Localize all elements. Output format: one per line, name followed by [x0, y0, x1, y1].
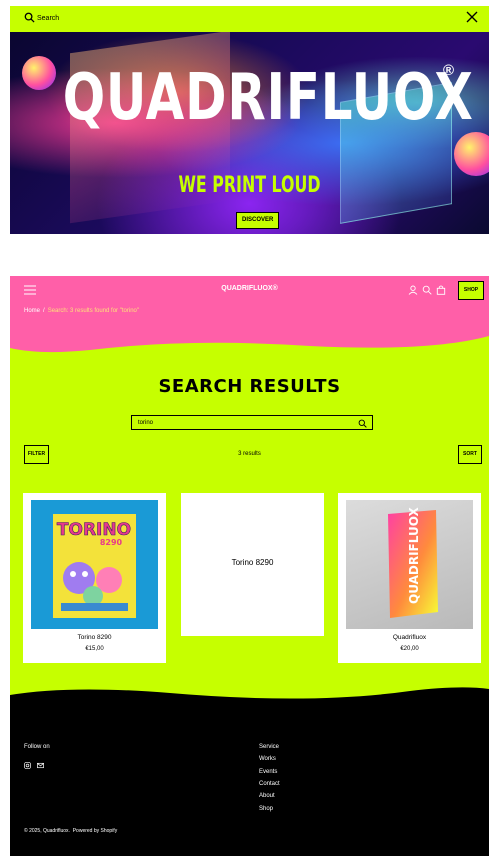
footer-link-contact[interactable]: Contact: [259, 781, 280, 787]
shop-button[interactable]: SHOP: [458, 281, 484, 300]
hero-registered-mark: ®: [443, 62, 455, 79]
footer-link-works[interactable]: Works: [259, 756, 276, 762]
product-card[interactable]: TORINO 8290 Torino 8290 €15,00: [23, 493, 166, 663]
sort-button[interactable]: SORT: [458, 445, 482, 464]
product-price: €20,00: [400, 646, 419, 652]
breadcrumb-separator: /: [43, 308, 45, 314]
footer-link-shop[interactable]: Shop: [259, 806, 273, 812]
breadcrumb-home[interactable]: Home: [24, 308, 40, 314]
breadcrumb: Home / Search: 3 results found for "torino…: [24, 308, 139, 314]
footer-link-service[interactable]: Service: [259, 744, 279, 750]
results-count: 3 results: [238, 451, 261, 457]
product-card[interactable]: QUADRIFLUOX Quadrifluox €20,00: [338, 493, 481, 663]
discover-button[interactable]: DISCOVER: [236, 212, 280, 229]
hero-orb-right: [454, 132, 489, 176]
search-icon[interactable]: [422, 285, 432, 295]
site-header: QUADRIFLUOX® SHOP Home / Search: 3 results…: [10, 276, 489, 336]
breadcrumb-current: Search: 3 results found for "torino": [47, 308, 139, 314]
search-bar[interactable]: Search: [10, 6, 489, 32]
product-name[interactable]: Quadrifluox: [338, 634, 481, 641]
page-title: SEARCH RESULTS: [158, 376, 341, 397]
hero-brand-title: QUADRIFLUOX: [62, 61, 474, 135]
book-title: QUADRIFLUOX: [407, 507, 421, 604]
search-icon: [24, 12, 35, 23]
search-label: Search: [37, 15, 60, 22]
product-name[interactable]: Torino 8290: [181, 558, 324, 567]
follow-label: Follow on: [24, 744, 50, 750]
hero-screenshot: Search QUADRIFLUOX ® WE PRINT LOUD DISCO…: [10, 6, 489, 234]
product-price: €15,00: [85, 646, 104, 652]
poster-title: TORINO: [57, 520, 131, 540]
search-input-value: torino: [138, 420, 154, 426]
cart-icon[interactable]: [436, 285, 446, 295]
header-wave-divider: [10, 328, 489, 353]
footer-link-about[interactable]: About: [259, 793, 275, 799]
product-name[interactable]: Torino 8290: [23, 634, 166, 641]
book-art: QUADRIFLUOX: [388, 507, 438, 618]
footer-copyright: © 2025, Quadrifluox. Powered by Shopify: [24, 828, 117, 834]
search-results-screenshot: QUADRIFLUOX® SHOP Home / Search: 3 results…: [10, 276, 489, 856]
footer-link-events[interactable]: Events: [259, 769, 277, 775]
account-icon[interactable]: [408, 285, 418, 295]
quadrifluox-book-image: QUADRIFLUOX: [346, 500, 473, 629]
copyright-text: © 2025, Quadrifluox.: [24, 828, 70, 834]
product-card[interactable]: Torino 8290: [181, 493, 324, 636]
instagram-icon[interactable]: [24, 762, 31, 769]
close-icon[interactable]: [465, 10, 479, 24]
hero-tagline: WE PRINT LOUD: [178, 173, 321, 198]
hero-banner: QUADRIFLUOX ® WE PRINT LOUD DISCOVER: [10, 32, 489, 234]
torino-poster-image: TORINO 8290: [31, 500, 158, 629]
poster-subtitle: 8290: [100, 538, 123, 547]
email-icon[interactable]: [37, 762, 44, 769]
search-icon[interactable]: [358, 419, 367, 428]
torino-poster-art: TORINO 8290: [53, 514, 136, 618]
hero-orb-left: [22, 56, 56, 90]
search-input[interactable]: torino: [131, 415, 373, 430]
powered-by-link[interactable]: Powered by Shopify: [73, 828, 117, 834]
